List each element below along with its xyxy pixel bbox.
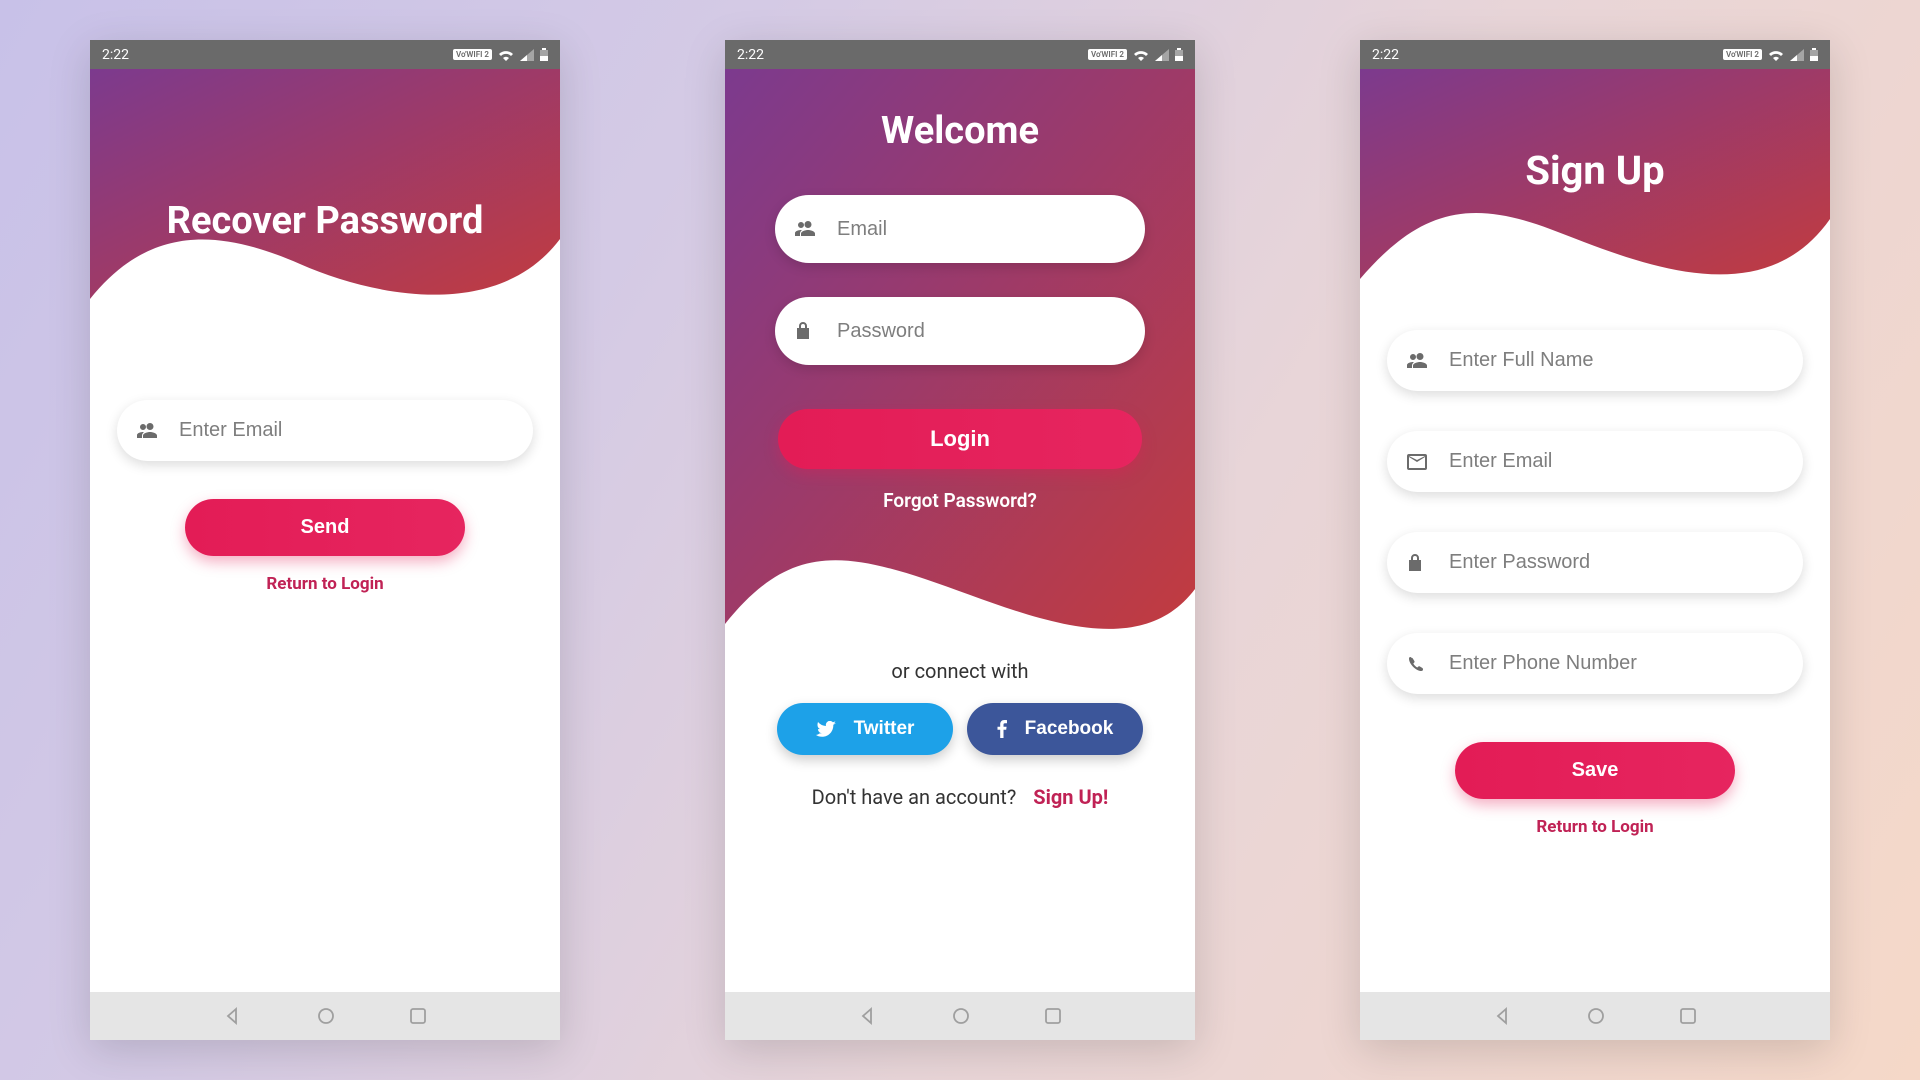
wifi-call-badge: Vo'WIFI 2: [453, 49, 492, 60]
nav-back-icon[interactable]: [1494, 1007, 1512, 1025]
person-icon: [137, 422, 165, 440]
page-title: Recover Password: [90, 199, 560, 243]
wifi-call-badge: Vo'WIFI 2: [1723, 49, 1762, 60]
android-nav: [725, 992, 1195, 1040]
signal-icon: [520, 49, 534, 61]
return-to-login-link[interactable]: Return to Login: [90, 574, 560, 594]
login-button[interactable]: Login: [778, 409, 1142, 469]
signal-icon: [1790, 49, 1804, 61]
facebook-label: Facebook: [1025, 718, 1114, 740]
phone-input[interactable]: [1449, 652, 1783, 675]
hero-login: Welcome Login Forgot Password?: [725, 69, 1195, 639]
hero-wave-bg: [1360, 69, 1830, 319]
email-field-wrap[interactable]: [1387, 431, 1803, 492]
nav-back-icon[interactable]: [224, 1007, 242, 1025]
phone-icon: [1407, 655, 1435, 673]
person-icon: [795, 220, 823, 238]
phone-login: 2:22 Vo'WIFI 2 Welcome: [725, 40, 1195, 1040]
status-time: 2:22: [737, 47, 764, 63]
forgot-password-link[interactable]: Forgot Password?: [725, 489, 1195, 512]
signal-icon: [1155, 49, 1169, 61]
lock-icon: [1407, 553, 1435, 573]
password-field-wrap[interactable]: [1387, 532, 1803, 593]
nav-home-icon[interactable]: [952, 1007, 970, 1025]
twitter-button[interactable]: Twitter: [777, 703, 953, 755]
twitter-label: Twitter: [854, 718, 915, 740]
status-time: 2:22: [1372, 47, 1399, 63]
status-bar: 2:22 Vo'WIFI 2: [1360, 40, 1830, 69]
social-section: or connect with Twitter Facebook Don't h…: [725, 659, 1195, 809]
hero-signup: Sign Up: [1360, 69, 1830, 319]
name-field-wrap[interactable]: [1387, 330, 1803, 391]
email-field-wrap[interactable]: [775, 195, 1145, 263]
wifi-icon: [1133, 49, 1149, 61]
lock-icon: [795, 321, 823, 341]
name-input[interactable]: [1449, 349, 1783, 372]
password-field-wrap[interactable]: [775, 297, 1145, 365]
phone-signup: 2:22 Vo'WIFI 2 Sign Up: [1360, 40, 1830, 1040]
nav-recent-icon[interactable]: [1045, 1008, 1061, 1024]
email-input[interactable]: [179, 419, 513, 442]
send-button[interactable]: Send: [185, 499, 465, 556]
battery-icon: [1175, 48, 1183, 61]
password-input[interactable]: [1449, 551, 1783, 574]
facebook-icon: [997, 720, 1007, 738]
email-field-wrap[interactable]: [117, 400, 533, 461]
login-form: Login Forgot Password?: [725, 195, 1195, 512]
person-icon: [1407, 352, 1435, 370]
nav-home-icon[interactable]: [317, 1007, 335, 1025]
page-title: Welcome: [725, 109, 1195, 153]
wifi-call-badge: Vo'WIFI 2: [1088, 49, 1127, 60]
nav-back-icon[interactable]: [859, 1007, 877, 1025]
connect-label: or connect with: [725, 659, 1195, 683]
android-nav: [1360, 992, 1830, 1040]
wifi-icon: [1768, 49, 1784, 61]
status-icons: Vo'WIFI 2: [453, 48, 548, 61]
status-icons: Vo'WIFI 2: [1723, 48, 1818, 61]
save-button[interactable]: Save: [1455, 742, 1735, 799]
recover-form: Send Return to Login: [90, 400, 560, 594]
android-nav: [90, 992, 560, 1040]
status-icons: Vo'WIFI 2: [1088, 48, 1183, 61]
signup-link[interactable]: Sign Up!: [1033, 785, 1108, 809]
battery-icon: [1810, 48, 1818, 61]
hero-recover: Recover Password: [90, 69, 560, 359]
page-title: Sign Up: [1360, 147, 1830, 194]
wifi-icon: [498, 49, 514, 61]
status-bar: 2:22 Vo'WIFI 2: [725, 40, 1195, 69]
twitter-icon: [816, 721, 836, 737]
facebook-button[interactable]: Facebook: [967, 703, 1143, 755]
password-input[interactable]: [837, 320, 1125, 343]
status-time: 2:22: [102, 47, 129, 63]
mail-icon: [1407, 454, 1435, 470]
phone-recover: 2:22 Vo'WIFI 2 Recover Password Send Ret…: [90, 40, 560, 1040]
email-input[interactable]: [1449, 450, 1783, 473]
return-to-login-link[interactable]: Return to Login: [1360, 817, 1830, 837]
signup-form: Save Return to Login: [1360, 330, 1830, 837]
phone-field-wrap[interactable]: [1387, 633, 1803, 694]
social-row: Twitter Facebook: [725, 703, 1195, 755]
email-input[interactable]: [837, 218, 1125, 241]
nav-recent-icon[interactable]: [1680, 1008, 1696, 1024]
status-bar: 2:22 Vo'WIFI 2: [90, 40, 560, 69]
nav-home-icon[interactable]: [1587, 1007, 1605, 1025]
battery-icon: [540, 48, 548, 61]
nav-recent-icon[interactable]: [410, 1008, 426, 1024]
signup-prompt-row: Don't have an account? Sign Up!: [725, 785, 1195, 809]
signup-prompt: Don't have an account?: [812, 785, 1017, 809]
